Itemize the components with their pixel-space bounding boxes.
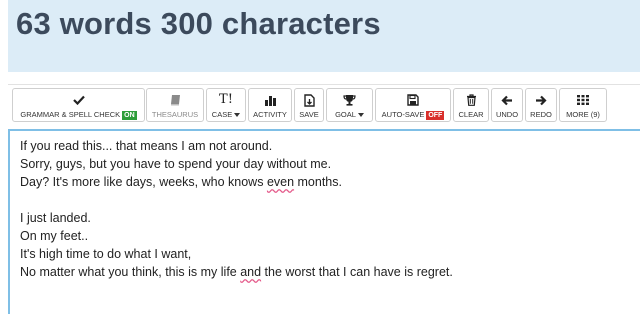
spelling-flag[interactable]: even [267, 175, 294, 189]
activity-button[interactable]: ACTIVITY [248, 88, 292, 122]
editor-line: I just landed. [20, 211, 91, 225]
activity-label: ACTIVITY [253, 110, 287, 119]
grammar-status-badge: ON [122, 111, 137, 120]
floppy-disk-icon [407, 93, 419, 107]
caret-down-icon [357, 113, 364, 118]
checkmark-icon [72, 93, 85, 107]
save-button[interactable]: SAVE [294, 88, 324, 122]
case-label: CASE [211, 110, 233, 119]
editor-line: On my feet.. [20, 229, 89, 243]
redo-button[interactable]: REDO [525, 88, 557, 122]
save-label: SAVE [299, 110, 319, 119]
auto-save-button[interactable]: AUTO-SAVE OFF [375, 88, 451, 122]
clear-button[interactable]: CLEAR [453, 88, 489, 122]
page-title: 63 words 300 characters [16, 6, 381, 41]
text-case-icon: T! [219, 92, 233, 107]
thesaurus-label: THESAURUS [151, 110, 199, 119]
header-banner: 63 words 300 characters [8, 0, 640, 72]
file-download-icon [303, 93, 315, 107]
trophy-icon [343, 93, 356, 107]
undo-label: UNDO [495, 110, 519, 119]
editor-line: If you read this... that means I am not … [20, 139, 273, 153]
redo-label: REDO [530, 110, 552, 119]
bar-chart-icon [264, 93, 277, 107]
goal-button[interactable]: GOAL [326, 88, 373, 122]
caret-down-icon [234, 113, 241, 118]
arrow-left-icon [501, 93, 513, 107]
auto-save-status-badge: OFF [426, 111, 445, 120]
grid-icon [577, 93, 589, 107]
trash-icon [466, 93, 477, 107]
text-editor[interactable]: If you read this... that means I am not … [8, 129, 640, 314]
toolbar: GRAMMAR & SPELL CHECK ON THESAURUS T! CAS… [8, 84, 640, 126]
editor-line: Day? It's more like days, weeks, who kno… [20, 175, 342, 189]
book-icon [170, 93, 181, 107]
goal-label: GOAL [335, 110, 356, 119]
spelling-flag[interactable]: and [240, 265, 261, 279]
undo-button[interactable]: UNDO [491, 88, 523, 122]
clear-label: CLEAR [458, 110, 484, 119]
more-label: MORE (9) [566, 110, 600, 119]
more-button[interactable]: MORE (9) [559, 88, 607, 122]
thesaurus-button[interactable]: THESAURUS [146, 88, 204, 122]
arrow-right-icon [535, 93, 547, 107]
auto-save-label: AUTO-SAVE [381, 110, 425, 119]
editor-line: Sorry, guys, but you have to spend your … [20, 157, 332, 171]
grammar-spell-check-button[interactable]: GRAMMAR & SPELL CHECK ON [12, 88, 145, 122]
grammar-label: GRAMMAR & SPELL CHECK [20, 110, 121, 119]
editor-line: No matter what you think, this is my lif… [20, 265, 453, 279]
editor-line: It's high time to do what I want, [20, 247, 192, 261]
case-button[interactable]: T! CASE [206, 88, 246, 122]
